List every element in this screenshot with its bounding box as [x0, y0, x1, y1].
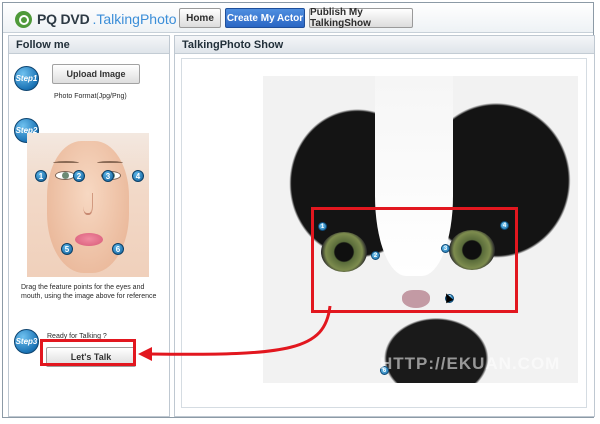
- talkingphoto-show-panel: TalkingPhoto Show 1 2 3 4 5 6 HTTP://EKU…: [174, 35, 595, 417]
- step1-badge: Step1: [14, 66, 39, 91]
- reference-point-6: 6: [112, 243, 124, 255]
- logo: PQ DVD .TalkingPhoto: [15, 10, 177, 28]
- photo-point-4[interactable]: 4: [500, 221, 509, 230]
- logo-icon: [15, 10, 32, 28]
- talkingphoto-show-title: TalkingPhoto Show: [175, 36, 594, 54]
- home-button[interactable]: Home: [179, 8, 221, 28]
- publish-talkingshow-button[interactable]: Publish My TalkingShow: [309, 7, 413, 29]
- lips: [75, 233, 103, 246]
- logo-main-text: PQ DVD: [37, 11, 90, 27]
- right-brow: [97, 161, 123, 165]
- watermark-text: HTTP://EKUAN.COM: [380, 354, 561, 373]
- follow-me-title: Follow me: [9, 36, 169, 54]
- lets-talk-highlight: [40, 339, 136, 366]
- photo-format-note: Photo Format(Jpg/Png): [54, 93, 127, 100]
- reference-point-5: 5: [61, 243, 73, 255]
- photo-point-3[interactable]: 3: [441, 244, 450, 253]
- logo-sub-text: .TalkingPhoto: [92, 11, 177, 27]
- reference-face-image: 1 2 3 4 5 6: [27, 133, 149, 277]
- reference-point-2: 2: [73, 170, 85, 182]
- create-my-actor-button[interactable]: Create My Actor: [225, 8, 305, 28]
- left-eye: [55, 171, 75, 180]
- upload-image-button[interactable]: Upload Image: [52, 64, 140, 84]
- reference-point-4: 4: [132, 170, 144, 182]
- photo-point-1[interactable]: 1: [318, 222, 327, 231]
- photo-point-2[interactable]: 2: [371, 251, 380, 260]
- reference-point-1: 1: [35, 170, 47, 182]
- header-bar: PQ DVD .TalkingPhoto Home Create My Acto…: [3, 3, 593, 33]
- step3-badge: Step3: [14, 329, 39, 354]
- photo-stage: 1 2 3 4 5 6 HTTP://EKUAN.COM: [181, 58, 587, 408]
- left-brow: [53, 161, 79, 165]
- reference-point-3: 3: [102, 170, 114, 182]
- step2-instructions: Drag the feature points for the eyes and…: [21, 284, 157, 300]
- nose: [83, 193, 93, 215]
- eye-region-highlight: [311, 207, 518, 313]
